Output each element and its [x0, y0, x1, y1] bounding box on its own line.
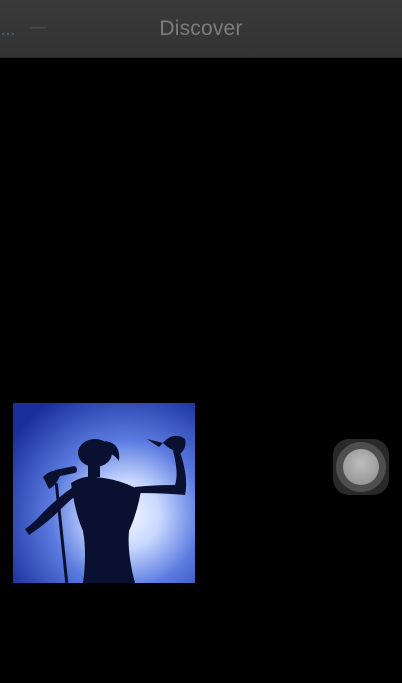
performer-silhouette-icon — [13, 403, 195, 583]
performer-image[interactable] — [13, 403, 195, 583]
navigation-bar: Discover — [0, 0, 402, 58]
content-area — [0, 58, 402, 683]
page-title: Discover — [159, 17, 243, 40]
assistive-touch-icon — [336, 442, 386, 492]
assistive-touch-dot — [343, 449, 379, 485]
assistive-touch-button[interactable] — [333, 439, 389, 495]
screen: Discover — [0, 0, 402, 683]
